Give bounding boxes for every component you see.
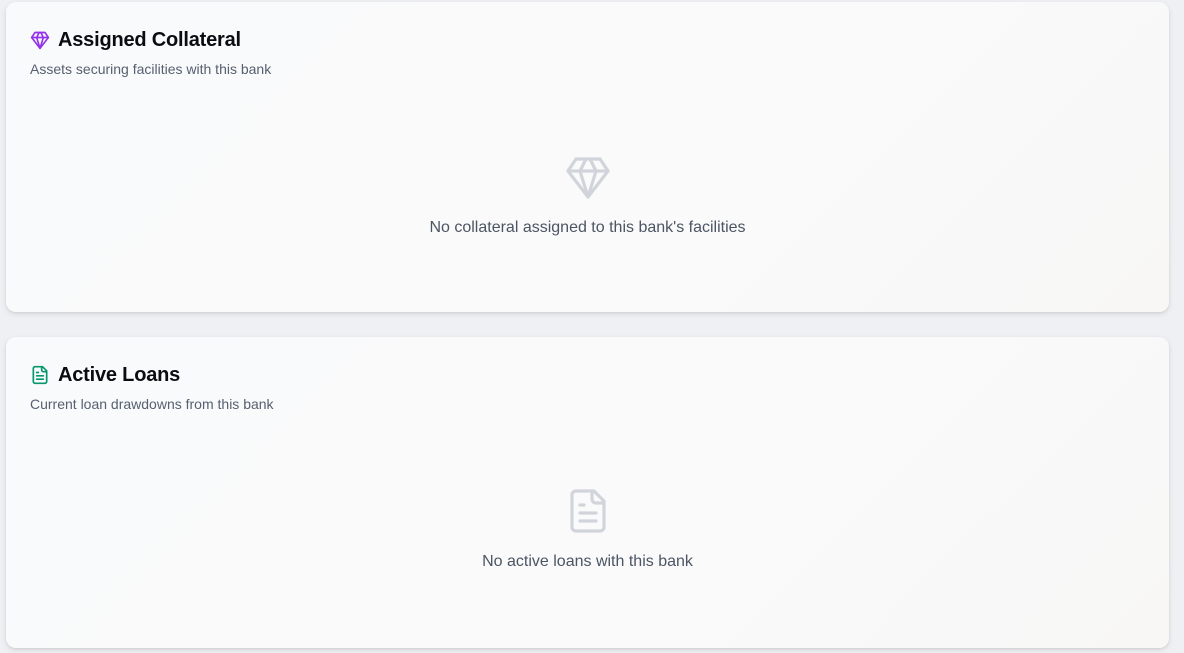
empty-state: No active loans with this bank xyxy=(6,487,1169,571)
title-row: Assigned Collateral xyxy=(30,28,271,52)
file-text-icon xyxy=(30,365,50,385)
card-header: Assigned Collateral Assets securing faci… xyxy=(30,28,272,78)
active-loans-card: Active Loans Current loan drawdowns from… xyxy=(6,337,1169,648)
file-text-icon xyxy=(564,487,612,535)
empty-message: No collateral assigned to this bank's fa… xyxy=(429,219,746,236)
gem-icon xyxy=(30,30,50,50)
assigned-collateral-card: Assigned Collateral Assets securing faci… xyxy=(6,2,1169,312)
card-header: Active Loans Current loan drawdowns from… xyxy=(30,363,274,413)
card-subtitle: Current loan drawdowns from this bank xyxy=(30,396,274,412)
empty-state: No collateral assigned to this bank's fa… xyxy=(6,153,1169,237)
card-subtitle: Assets securing facilities with this ban… xyxy=(30,61,272,77)
card-title: Active Loans xyxy=(58,363,181,386)
gem-icon xyxy=(564,153,612,201)
card-title: Assigned Collateral xyxy=(58,28,241,51)
page: Assigned Collateral Assets securing faci… xyxy=(0,0,1184,653)
empty-message: No active loans with this bank xyxy=(482,553,693,570)
title-row: Active Loans xyxy=(30,363,274,387)
